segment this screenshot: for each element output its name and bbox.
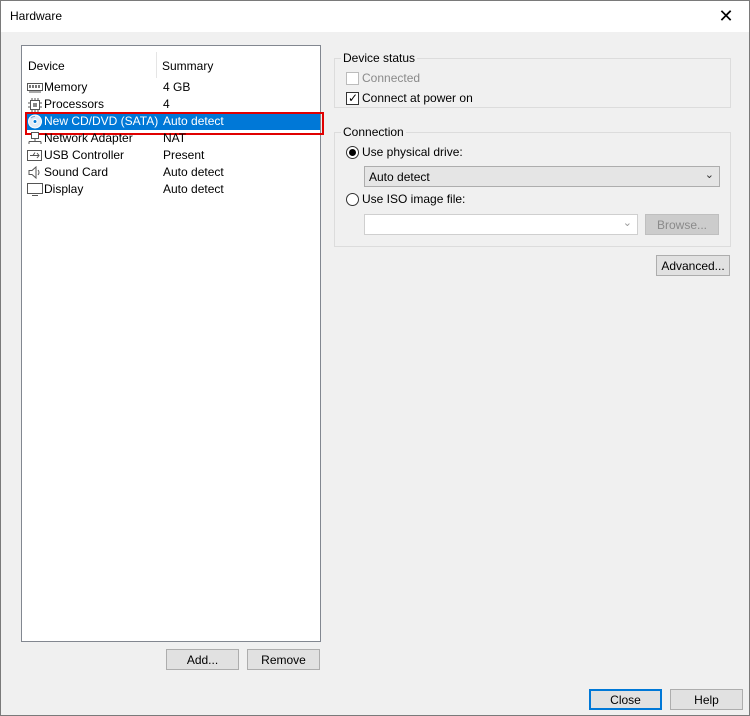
chevron-down-icon: ⌄ (704, 169, 714, 181)
connected-label: Connected (362, 71, 421, 85)
device-status-group: Device status Connected ✓ Connect at pow… (334, 51, 731, 108)
device-summary: Auto detect (163, 182, 224, 196)
device-row-processors[interactable]: Processors 4 (25, 96, 320, 113)
connection-title: Connection (341, 125, 406, 139)
device-status-title: Device status (341, 51, 418, 65)
monitor-icon (27, 182, 43, 197)
memory-icon (27, 80, 43, 95)
cd-dvd-icon (27, 114, 43, 129)
window-title: Hardware (10, 9, 63, 23)
radio-selected-dot (349, 149, 356, 156)
device-name: Network Adapter (44, 131, 133, 145)
device-name: USB Controller (44, 148, 125, 162)
close-icon: ✕ (718, 6, 734, 26)
help-button[interactable]: Help (670, 689, 743, 710)
use-iso-image-radio[interactable] (346, 193, 359, 206)
device-summary: 4 GB (163, 80, 191, 94)
connect-at-power-on-label: Connect at power on (362, 91, 473, 105)
close-button[interactable]: Close (589, 689, 662, 710)
use-physical-drive-radio[interactable] (346, 146, 359, 159)
device-name: Processors (44, 97, 105, 111)
device-name: Display (44, 182, 84, 196)
browse-button[interactable]: Browse... (645, 214, 719, 235)
device-summary: Auto detect (163, 165, 224, 179)
column-header-summary[interactable]: Summary (162, 59, 213, 73)
usb-icon (27, 148, 43, 163)
device-name: Memory (44, 80, 88, 94)
advanced-button[interactable]: Advanced... (656, 255, 730, 276)
add-button[interactable]: Add... (166, 649, 239, 670)
processor-icon (27, 97, 43, 112)
list-header: Device Summary (22, 46, 320, 78)
connected-checkbox[interactable] (346, 72, 359, 85)
column-divider[interactable] (156, 52, 157, 78)
device-name: New CD/DVD (SATA) (44, 114, 159, 128)
column-header-device[interactable]: Device (28, 59, 65, 73)
speaker-icon (27, 165, 43, 180)
device-row-memory[interactable]: Memory 4 GB (25, 79, 320, 96)
device-row-network-adapter[interactable]: Network Adapter NAT (25, 130, 320, 147)
connection-group: Connection Use physical drive: Auto dete… (334, 125, 731, 247)
device-summary: NAT (163, 131, 187, 145)
title-bar: Hardware ✕ (1, 1, 749, 32)
device-row-cd-dvd[interactable]: New CD/DVD (SATA) Auto detect (25, 112, 324, 135)
device-row-usb-controller[interactable]: USB Controller Present (25, 147, 320, 164)
device-list[interactable]: Device Summary Memory 4 GB Processors 4 … (21, 45, 324, 642)
checkmark-icon: ✓ (348, 91, 359, 105)
device-summary: 4 (163, 97, 170, 111)
device-row-display[interactable]: Display Auto detect (25, 181, 320, 198)
chevron-down-icon: ⌄ (622, 217, 632, 229)
iso-image-path-combo[interactable]: ⌄ (364, 214, 638, 235)
close-window-button[interactable]: ✕ (703, 1, 749, 32)
use-physical-drive-label: Use physical drive: (362, 145, 463, 159)
physical-drive-value: Auto detect (369, 170, 430, 184)
physical-drive-select[interactable]: Auto detect ⌄ (364, 166, 720, 187)
use-iso-image-label: Use ISO image file: (362, 192, 466, 206)
connect-at-power-on-checkbox[interactable]: ✓ (346, 91, 359, 105)
hardware-dialog: Hardware ✕ Device Summary Memory 4 GB Pr… (0, 0, 750, 716)
remove-button[interactable]: Remove (247, 649, 320, 670)
device-summary: Present (163, 148, 205, 162)
device-summary: Auto detect (163, 114, 224, 128)
network-adapter-icon (27, 131, 43, 146)
device-name: Sound Card (44, 165, 109, 179)
device-row-sound-card[interactable]: Sound Card Auto detect (25, 164, 320, 181)
